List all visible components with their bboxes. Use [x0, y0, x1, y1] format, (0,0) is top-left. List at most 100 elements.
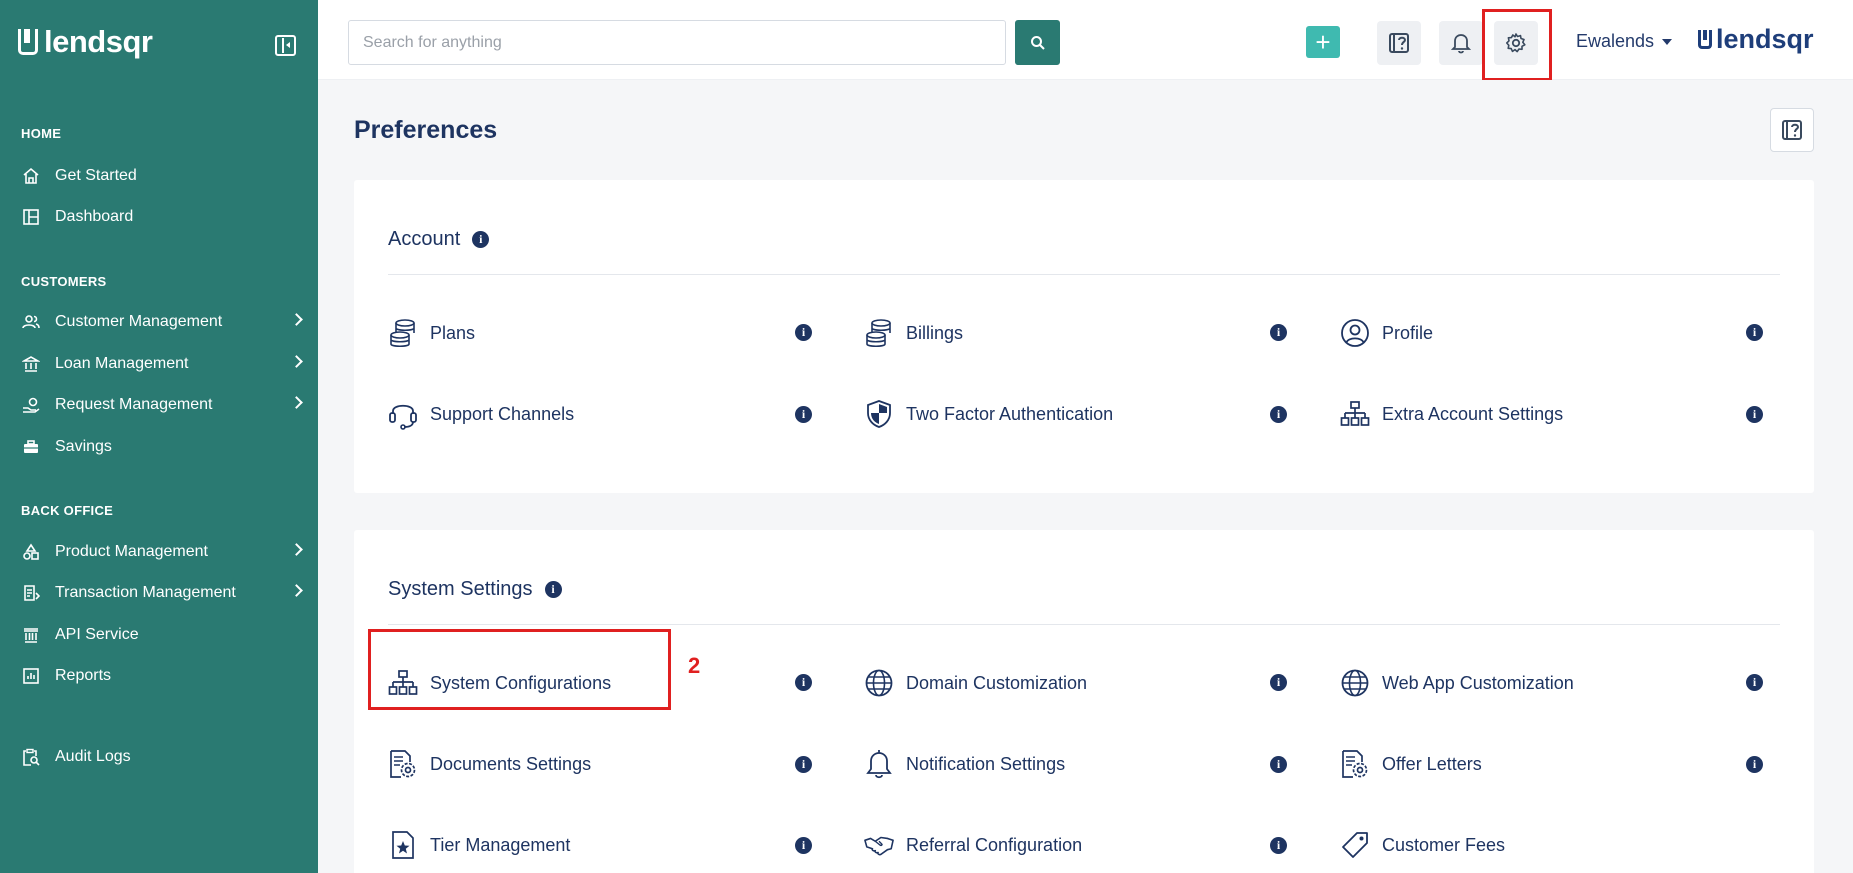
setting-billings[interactable]: Billings	[864, 316, 963, 350]
sidebar-item-product-management[interactable]: Product Management	[21, 537, 303, 567]
info-icon[interactable]: i	[544, 581, 562, 598]
info-icon[interactable]: i	[1270, 674, 1287, 691]
user-name-label: Ewalends	[1576, 31, 1655, 51]
app-root: lendsqr HOME Get Started Dashboard CUSTO…	[0, 0, 1853, 873]
highlight-box-system-configurations	[368, 629, 671, 710]
sidebar-item-label: Product Management	[55, 543, 208, 560]
setting-label: Support Channels	[430, 403, 575, 424]
search-icon	[1030, 35, 1045, 50]
sidebar-item-label: Audit Logs	[55, 748, 131, 765]
chevron-right-icon	[290, 584, 303, 597]
setting-referral-configuration[interactable]: Referral Configuration	[864, 828, 1082, 862]
help-button[interactable]	[1377, 21, 1421, 65]
add-button[interactable]: +	[1306, 26, 1340, 58]
info-icon[interactable]: i	[1746, 756, 1763, 773]
search-input[interactable]	[348, 20, 1006, 65]
sidebar-item-api-service[interactable]: API Service	[21, 620, 301, 650]
setting-documents-settings[interactable]: Documents Settings	[388, 747, 591, 781]
info-icon[interactable]: i	[795, 756, 812, 773]
setting-two-factor-authentication[interactable]: Two Factor Authentication	[864, 397, 1113, 431]
setting-label: Offer Letters	[1382, 753, 1482, 774]
collapse-sidebar-icon[interactable]	[275, 35, 296, 56]
setting-label: Documents Settings	[430, 753, 592, 774]
sidebar-item-audit-logs[interactable]: Audit Logs	[21, 742, 301, 772]
setting-notification-settings[interactable]: Notification Settings	[864, 747, 1065, 781]
sidebar-item-label: Dashboard	[55, 208, 134, 225]
info-icon[interactable]: i	[472, 231, 490, 248]
sidebar-item-label: Savings	[55, 438, 112, 455]
setting-support-channels[interactable]: Support Channels	[388, 397, 574, 431]
info-icon[interactable]: i	[795, 837, 812, 854]
request-icon	[21, 395, 41, 415]
setting-offer-letters[interactable]: Offer Letters	[1340, 747, 1482, 781]
search-button[interactable]	[1015, 20, 1060, 65]
product-icon	[21, 542, 41, 562]
setting-web-app-customization[interactable]: Web App Customization	[1340, 666, 1574, 700]
setting-plans[interactable]: Plans	[388, 316, 475, 350]
coins-stack-icon	[388, 318, 418, 348]
sidebar-item-get-started[interactable]: Get Started	[21, 161, 301, 191]
chevron-right-icon	[290, 543, 303, 556]
setting-label: Web App Customization	[1382, 672, 1574, 693]
chevron-right-icon	[290, 396, 303, 409]
caret-down-icon	[1662, 38, 1673, 45]
info-icon[interactable]: i	[1746, 674, 1763, 691]
setting-tier-management[interactable]: Tier Management	[388, 828, 570, 862]
highlight-box-settings	[1482, 9, 1552, 81]
user-menu[interactable]: Ewalends	[1576, 31, 1673, 52]
main-content: Preferences Account i Plans i Billings i…	[318, 80, 1853, 873]
setting-domain-customization[interactable]: Domain Customization	[864, 666, 1087, 700]
help-book-icon	[1782, 120, 1802, 140]
setting-profile[interactable]: Profile	[1340, 316, 1433, 350]
headset-icon	[388, 399, 418, 430]
info-icon[interactable]: i	[795, 406, 812, 423]
setting-extra-account-settings[interactable]: Extra Account Settings	[1340, 397, 1563, 431]
bell-icon	[864, 749, 894, 779]
setting-label: Referral Configuration	[906, 834, 1083, 855]
system-settings-divider	[388, 624, 1780, 625]
top-header: + 1 Ewalends lendsqr	[318, 0, 1853, 113]
system-settings-section-title: System Settings i	[388, 578, 562, 601]
info-icon[interactable]: i	[1270, 837, 1287, 854]
star-document-icon	[388, 830, 418, 860]
bank-icon	[21, 354, 41, 374]
sidebar-item-customer-management[interactable]: Customer Management	[21, 307, 303, 337]
info-icon[interactable]: i	[1270, 324, 1287, 341]
setting-label: Extra Account Settings	[1382, 403, 1564, 424]
sidebar-item-savings[interactable]: Savings	[21, 432, 301, 462]
info-icon[interactable]: i	[1270, 406, 1287, 423]
sidebar-item-label: Request Management	[55, 396, 213, 413]
coins-stack-icon	[864, 318, 894, 348]
dashboard-icon	[21, 207, 41, 227]
sidebar-item-dashboard[interactable]: Dashboard	[21, 202, 301, 232]
transaction-icon	[21, 583, 41, 603]
sidebar-logo[interactable]: lendsqr	[18, 24, 153, 60]
sidebar-item-reports[interactable]: Reports	[21, 661, 301, 691]
info-icon[interactable]: i	[1746, 324, 1763, 341]
info-icon[interactable]: i	[1746, 406, 1763, 423]
sidebar-item-request-management[interactable]: Request Management	[21, 390, 303, 420]
setting-label: Customer Fees	[1382, 834, 1506, 855]
info-icon[interactable]: i	[795, 674, 812, 691]
info-icon[interactable]: i	[1270, 756, 1287, 773]
info-icon[interactable]: i	[795, 324, 812, 341]
sidebar-item-label: Reports	[55, 667, 112, 684]
users-icon	[21, 312, 41, 332]
bank-columns-icon	[21, 625, 41, 645]
page-help-button[interactable]	[1770, 108, 1814, 152]
setting-label: Two Factor Authentication	[906, 403, 1114, 424]
notifications-button[interactable]	[1439, 21, 1483, 65]
reports-icon	[21, 666, 41, 686]
sidebar-section-back-office: BACK OFFICE	[21, 503, 114, 518]
help-book-icon	[1389, 33, 1409, 53]
sidebar-item-loan-management[interactable]: Loan Management	[21, 349, 303, 379]
briefcase-icon	[21, 437, 41, 457]
account-card: Account i Plans i Billings i Profile i S…	[354, 180, 1814, 493]
home-icon	[21, 166, 41, 186]
account-divider	[388, 274, 1780, 275]
setting-label: Notification Settings	[906, 753, 1066, 774]
sidebar-item-label: API Service	[55, 626, 139, 643]
setting-customer-fees[interactable]: Customer Fees	[1340, 828, 1505, 862]
sidebar-item-transaction-management[interactable]: Transaction Management	[21, 578, 303, 608]
document-gear-icon	[1340, 749, 1370, 779]
